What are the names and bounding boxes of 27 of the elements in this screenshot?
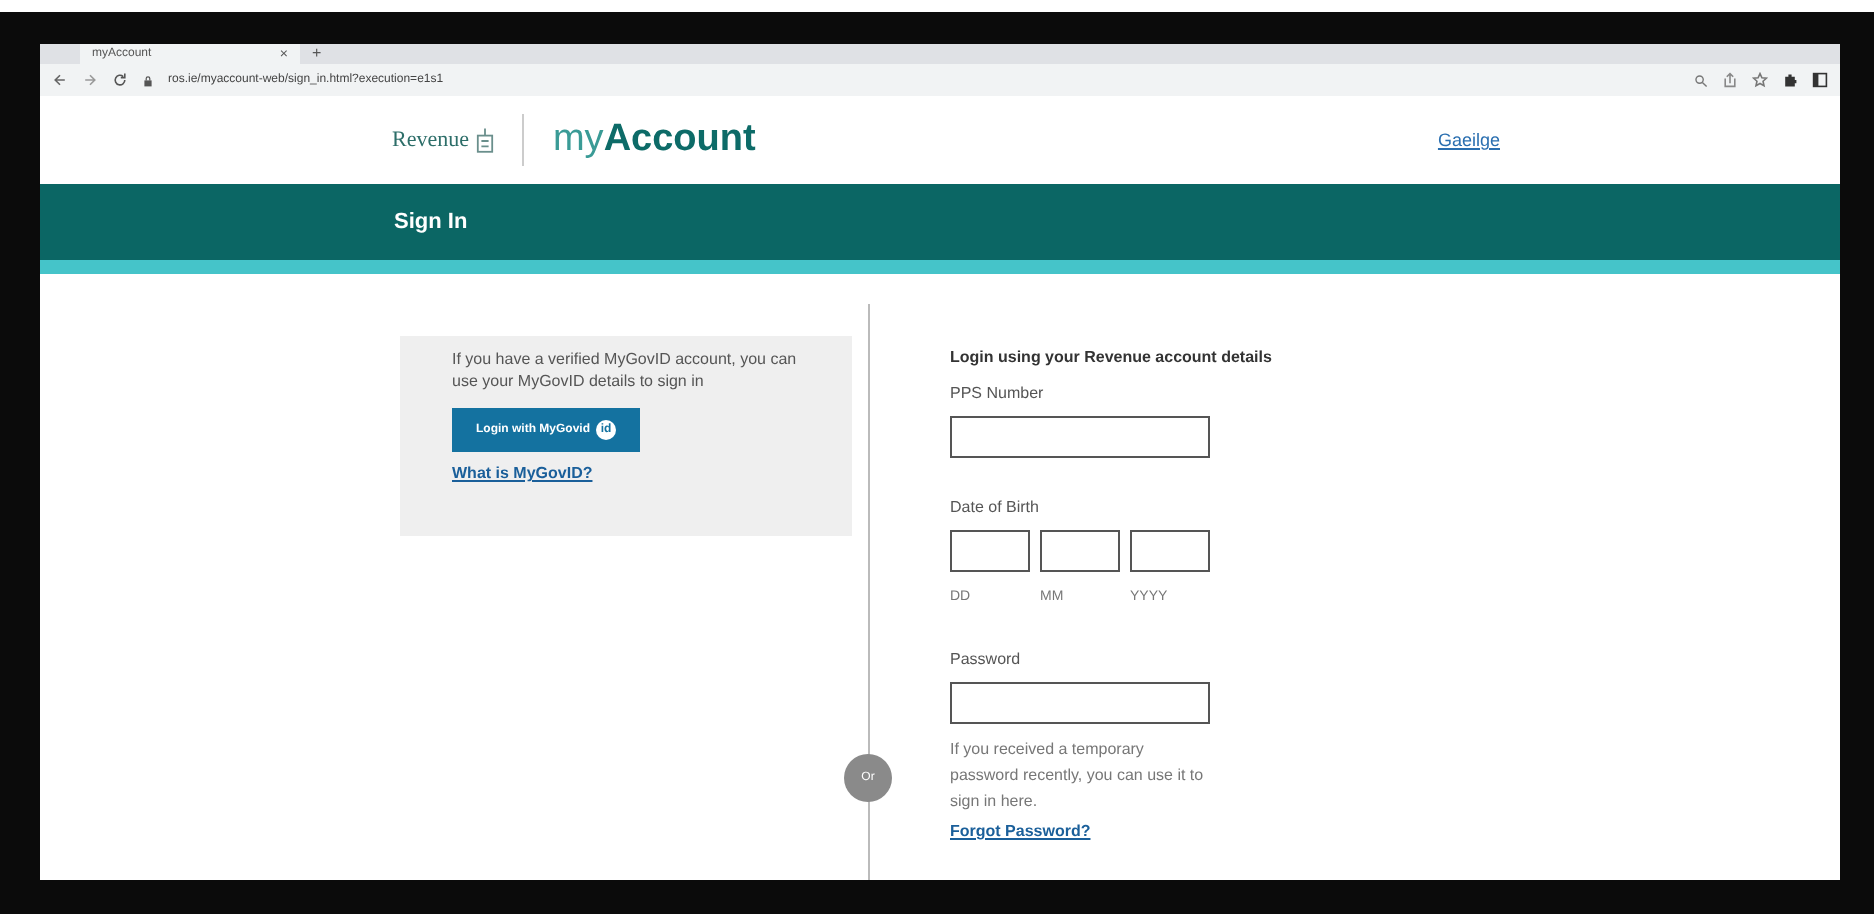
pps-number-field[interactable]	[950, 416, 1210, 458]
back-icon[interactable]	[52, 72, 68, 88]
date-part-field[interactable]	[950, 530, 1030, 572]
forgot-password-link[interactable]: Forgot Password?	[950, 822, 1091, 840]
page-title: Sign In	[394, 210, 468, 234]
forward-icon[interactable]	[82, 72, 98, 88]
reload-icon[interactable]	[112, 72, 128, 88]
password-help-text: If you received a temporary password recently, you can use it to sign in here.	[950, 738, 1206, 814]
mygovid-info-link[interactable]: What is MyGovID?	[452, 464, 593, 482]
share-icon[interactable]	[1722, 72, 1738, 88]
star-icon[interactable]	[1752, 72, 1768, 88]
myaccount-title: myAccount	[552, 118, 756, 162]
new-tab-button[interactable]: +	[312, 44, 322, 64]
revenue-logo[interactable]: Revenue	[392, 127, 495, 153]
field-label: PPS Number	[950, 384, 1044, 402]
field-label: Date of Birth	[950, 498, 1039, 516]
language-link[interactable]: Gaeilge	[1437, 130, 1500, 150]
mygovid-text: If you have a verified MyGovID account, you can use your MyGovID details to sign in	[452, 348, 799, 392]
field-label: Password	[950, 650, 1021, 668]
date-part-field[interactable]	[1130, 530, 1210, 572]
sidebar-icon[interactable]	[1812, 72, 1828, 88]
password-field[interactable]	[950, 682, 1210, 724]
lock-icon	[142, 73, 154, 87]
login-heading: Login using your Revenue account details	[950, 348, 1272, 366]
search-icon[interactable]	[1694, 73, 1708, 87]
puzzle-icon[interactable]	[1782, 72, 1798, 88]
date-part-field[interactable]	[1040, 530, 1120, 572]
